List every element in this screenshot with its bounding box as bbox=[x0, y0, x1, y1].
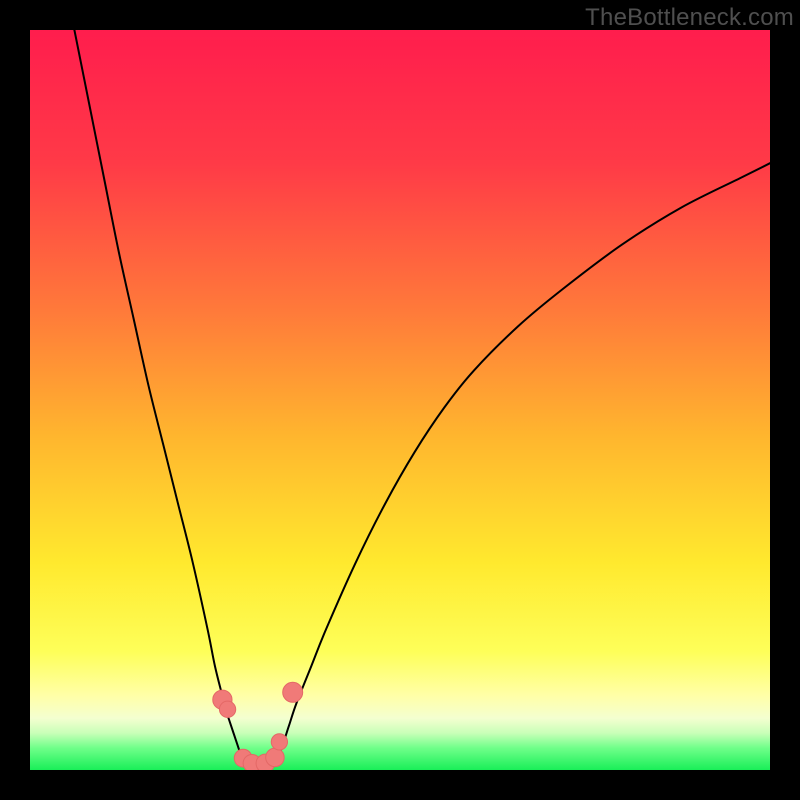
data-marker bbox=[283, 682, 303, 702]
data-marker bbox=[219, 701, 235, 717]
chart-svg bbox=[30, 30, 770, 770]
watermark-text: TheBottleneck.com bbox=[585, 4, 794, 32]
gradient-background bbox=[30, 30, 770, 770]
chart-frame bbox=[30, 30, 770, 770]
data-marker bbox=[271, 734, 287, 750]
data-marker bbox=[266, 748, 285, 767]
